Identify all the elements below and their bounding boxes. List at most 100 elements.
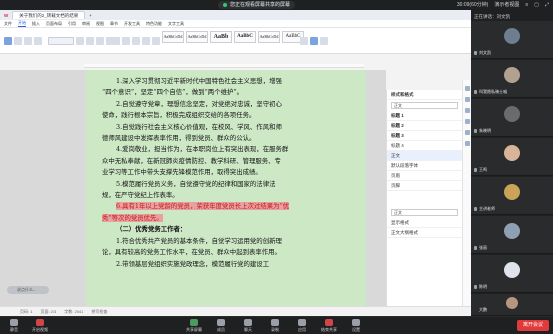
participant-tile[interactable]: 大鹏: [471, 294, 553, 316]
participant-name: 张丽: [479, 245, 487, 250]
participant-tile[interactable]: 主讲老师: [471, 177, 553, 215]
menu-view[interactable]: 视图: [96, 21, 104, 27]
fullscreen-icon[interactable]: ⤢: [545, 1, 549, 9]
status-words: 字数: 2041: [64, 308, 84, 314]
underline-icon[interactable]: [96, 37, 104, 45]
record-button[interactable]: 录制: [263, 319, 287, 333]
bullets-icon[interactable]: [112, 37, 120, 45]
styles-pane: 样式和格式 正文 标题 1 标题 2 标题 3 标题 4 正文 默认段落字体 页…: [386, 90, 462, 306]
style-item[interactable]: 标题 4: [387, 141, 462, 151]
align-center-icon[interactable]: [142, 37, 150, 45]
shared-document-window: W 关于我们的2_转载文档的结果 + 文件 开始 插入 页面布局 引用 审阅 视…: [0, 10, 471, 316]
participant-name: 主讲老师: [479, 206, 495, 211]
view-mode-button[interactable]: 演示者视图: [494, 1, 519, 9]
share-status-pill[interactable]: 您正在观看屏幕共享的屏幕: [218, 1, 296, 9]
ruler[interactable]: [84, 64, 364, 68]
align-left-icon[interactable]: [132, 37, 140, 45]
copy-icon[interactable]: [24, 37, 32, 45]
style-item[interactable]: 正文: [387, 151, 462, 161]
avatar: [504, 223, 520, 239]
new-tab-icon[interactable]: +: [89, 13, 92, 18]
apps-button[interactable]: 应用: [290, 319, 314, 333]
help-tool-icon[interactable]: [464, 141, 470, 146]
style-item[interactable]: 标题 2: [387, 121, 462, 131]
italic-icon[interactable]: [86, 37, 94, 45]
style-heading1[interactable]: AaBb: [210, 31, 232, 43]
menu-references[interactable]: 引用: [68, 21, 76, 27]
menu-review[interactable]: 审阅: [82, 21, 90, 27]
style-item[interactable]: 标题 3: [387, 131, 462, 141]
settings-button[interactable]: 设置: [344, 319, 368, 333]
style-normal[interactable]: AaBbCcDd: [162, 31, 184, 43]
document-tab-bar: W 关于我们的2_转载文档的结果 +: [0, 10, 471, 20]
leave-meeting-button[interactable]: 离开会议: [516, 320, 549, 331]
style-item[interactable]: 页眉: [387, 171, 462, 181]
mute-button[interactable]: 静音: [2, 319, 26, 333]
line-spacing-icon[interactable]: [152, 37, 160, 45]
meeting-control-bar: 静音 开启视频 共享屏幕 成员 聊天 录制 应用 结束共享 设置 离开会议: [0, 316, 553, 334]
show-format-label: 显示格式: [387, 218, 462, 228]
share-screen-button[interactable]: 共享屏幕: [182, 319, 206, 333]
menu-text-tools[interactable]: 文字工具: [168, 21, 184, 27]
document-page[interactable]: 1.深入学习贯彻习近平新时代中国特色社会主义思想，增强 “四个意识”，坚定“四个…: [86, 70, 366, 316]
maximize-icon[interactable]: ▢: [534, 1, 539, 9]
share-status-text: 您正在观看屏幕共享的屏幕: [230, 2, 291, 8]
video-button[interactable]: 开启视频: [28, 319, 52, 333]
paste-icon[interactable]: [4, 37, 12, 45]
style-item[interactable]: 页脚: [387, 181, 462, 191]
style-preview-field[interactable]: 正文: [391, 209, 458, 216]
style-body[interactable]: AaBbCcDd: [186, 31, 208, 43]
property-tool-icon[interactable]: [464, 108, 470, 113]
menu-icon[interactable]: ≡: [525, 1, 528, 9]
menu-file[interactable]: 文件: [4, 21, 12, 27]
record-icon: [271, 319, 279, 326]
participant-tile[interactable]: 刘文凯: [471, 21, 553, 59]
stop-share-button[interactable]: 结束共享: [317, 319, 341, 333]
comment-input[interactable]: 说点什么...: [7, 286, 49, 294]
avatar: [506, 297, 518, 309]
select-icon[interactable]: [320, 37, 328, 45]
font-select[interactable]: [48, 37, 74, 45]
status-spell[interactable]: 拼写检查: [91, 309, 107, 315]
outline-format-label[interactable]: 正文大纲格式: [387, 228, 462, 238]
find-replace-icon[interactable]: [310, 37, 318, 45]
members-label: 成员: [217, 327, 225, 332]
participant-tile[interactable]: 张丽: [471, 216, 553, 254]
style-heading2[interactable]: AaBbC: [234, 31, 256, 43]
menu-section[interactable]: 章节: [110, 21, 118, 27]
paragraph-group: [112, 31, 160, 51]
members-icon: [217, 319, 225, 326]
current-style-field[interactable]: 正文: [391, 102, 458, 109]
members-button[interactable]: 成员: [209, 319, 233, 333]
paragraph: 德师风建设中发挥表率作用，得到党员、群众的公认。: [102, 134, 256, 143]
style-item[interactable]: 标题 1: [387, 111, 462, 121]
menu-bar: 文件 开始 插入 页面布局 引用 审阅 视图 章节 开发工具 特色功能 文字工具: [0, 20, 471, 28]
cut-icon[interactable]: [14, 37, 22, 45]
paragraph: 使命，践行根本宗旨，积极完成组织交给的各项任务。: [102, 111, 256, 120]
bold-icon[interactable]: [76, 37, 84, 45]
side-tool-rail: [462, 80, 471, 306]
styles-tool-icon[interactable]: [464, 86, 470, 91]
menu-developer[interactable]: 开发工具: [124, 21, 140, 27]
select-tool-icon[interactable]: [464, 97, 470, 102]
text-tools-icon[interactable]: [300, 37, 308, 45]
paragraph: 业学习等工作中带头支撑先锋模范作用，取得突出成绩。: [102, 168, 262, 177]
share-tool-icon[interactable]: [464, 130, 470, 135]
status-bar: 页码: 1 页面: 2/3 字数: 2041 拼写检查: [0, 306, 471, 316]
menu-home[interactable]: 开始: [18, 20, 26, 27]
participant-tile[interactable]: 陈明: [471, 255, 553, 293]
chat-button[interactable]: 聊天: [236, 319, 260, 333]
style-heading3[interactable]: AaBbCcDd: [258, 31, 280, 43]
style-item[interactable]: 默认段落字体: [387, 161, 462, 171]
participant-tile[interactable]: 王鸣: [471, 138, 553, 176]
menu-insert[interactable]: 插入: [32, 21, 40, 27]
participant-tile[interactable]: 朱晓明: [471, 99, 553, 137]
mute-label: 静音: [10, 327, 18, 332]
backup-tool-icon[interactable]: [464, 119, 470, 124]
menu-layout[interactable]: 页面布局: [46, 21, 62, 27]
format-painter-icon[interactable]: [34, 37, 42, 45]
menu-features[interactable]: 特色功能: [146, 21, 162, 27]
numbering-icon[interactable]: [122, 37, 130, 45]
participant-tile[interactable]: 叫我隐私骑士喵: [471, 60, 553, 98]
document-tab[interactable]: 关于我们的2_转载文档的结果: [12, 11, 86, 19]
